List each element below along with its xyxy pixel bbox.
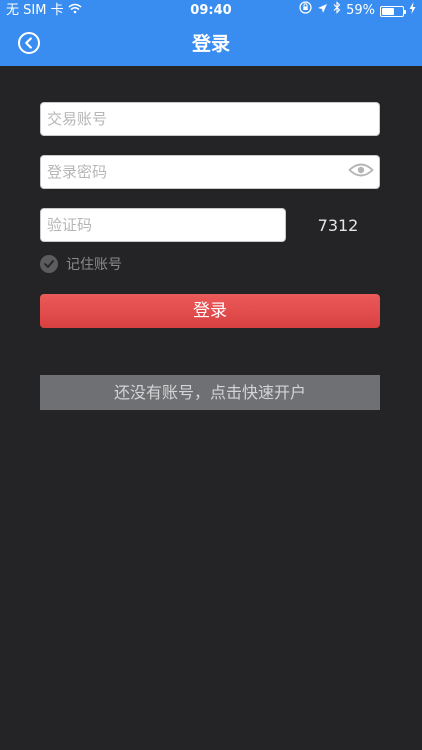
status-right: 59% bbox=[299, 0, 416, 22]
page-title: 登录 bbox=[191, 33, 230, 55]
eye-icon bbox=[348, 162, 374, 182]
top-bar: 无 SIM 卡 09:40 59% 登录 bbox=[0, 0, 422, 66]
register-button[interactable]: 还没有账号，点击快速开户 bbox=[40, 375, 380, 410]
account-input[interactable] bbox=[40, 102, 380, 136]
bluetooth-icon bbox=[333, 0, 341, 22]
orientation-lock-icon bbox=[299, 0, 312, 22]
remember-account[interactable]: 记住账号 bbox=[40, 254, 122, 274]
checkmark-icon bbox=[44, 256, 54, 272]
captcha-code[interactable]: 7312 bbox=[300, 210, 376, 242]
remember-label: 记住账号 bbox=[66, 257, 122, 273]
captcha-input[interactable] bbox=[40, 208, 286, 242]
battery-percent: 59% bbox=[346, 3, 375, 18]
show-password-toggle[interactable] bbox=[344, 158, 378, 186]
password-input[interactable] bbox=[40, 155, 380, 189]
login-button[interactable]: 登录 bbox=[40, 294, 380, 328]
status-bar: 无 SIM 卡 09:40 59% bbox=[0, 0, 422, 22]
battery-icon bbox=[380, 5, 406, 17]
charging-bolt-icon bbox=[409, 0, 416, 22]
nav-bar: 登录 bbox=[0, 22, 422, 66]
remember-checkbox[interactable] bbox=[40, 255, 58, 273]
location-arrow-icon bbox=[317, 0, 328, 22]
